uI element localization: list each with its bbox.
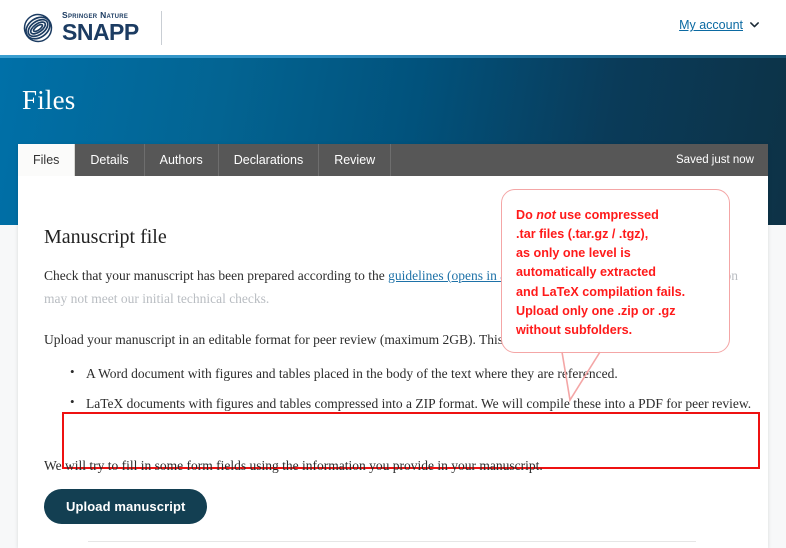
tab-authors[interactable]: Authors (145, 144, 219, 176)
list-item: A Word document with figures and tables … (70, 361, 760, 385)
top-header-bar: Springer Nature SNAPP My account (0, 0, 786, 55)
callout-line-1-emphasis: not (536, 208, 556, 222)
snapp-files-page: Springer Nature SNAPP My account Files F… (0, 0, 786, 548)
my-account-label[interactable]: My account (679, 18, 743, 32)
callout-line-6: Upload only one .zip or .gz (516, 303, 676, 318)
callout-line-1-suffix: use compressed (555, 208, 659, 222)
footer-divider (88, 541, 696, 542)
page-left-gutter (0, 225, 18, 548)
tab-details[interactable]: Details (75, 144, 145, 176)
callout-line-2: .tar files (.tar.gz / .tgz), (516, 227, 649, 242)
page-title: Files (22, 85, 76, 115)
callout-line-3: as only one level is (516, 246, 631, 261)
manuscript-file-heading: Manuscript file (44, 226, 167, 248)
accepted-formats-list: A Word document with figures and tables … (70, 361, 760, 419)
callout-line-5: and LaTeX compilation fails. (516, 284, 686, 299)
page-right-gutter (768, 225, 786, 548)
save-status-text: Saved just now (676, 154, 754, 166)
callout-line-4: automatically extracted (516, 265, 656, 280)
callout-line-7: without subfolders. (516, 322, 633, 337)
header-divider (160, 10, 162, 45)
tab-files[interactable]: Files (18, 144, 76, 176)
tab-declarations[interactable]: Declarations (219, 144, 320, 176)
bullet-latex-document: LaTeX documents with figures and tables … (86, 396, 752, 412)
list-item: LaTeX documents with figures and tables … (70, 391, 760, 415)
callout-line-1-prefix: Do (516, 208, 537, 222)
chevron-down-icon[interactable] (749, 19, 759, 28)
callout-line-1: Do not use compressed (516, 206, 715, 225)
tab-declarations-label: Declarations (233, 153, 304, 167)
annotation-callout-bubble: Do not use compressed .tar files (.tar.g… (501, 189, 730, 353)
guidelines-paragraph-prefix: Check that your manuscript has been prep… (44, 268, 389, 283)
springer-nature-logo-icon (22, 12, 54, 44)
tab-details-label: Details (90, 153, 129, 167)
my-account-menu[interactable]: My account (679, 18, 759, 32)
tab-review-label: Review (334, 153, 376, 167)
brand-logo[interactable]: Springer Nature SNAPP (22, 11, 139, 44)
tab-authors-label: Authors (159, 153, 203, 167)
tab-files-label: Files (33, 153, 60, 167)
tab-review[interactable]: Review (319, 144, 392, 176)
autofill-note-paragraph: We will try to fill in some form fields … (44, 458, 543, 473)
hero-top-accent (0, 55, 786, 58)
logo-product-name: SNAPP (62, 18, 139, 45)
upload-manuscript-button[interactable]: Upload manuscript (44, 489, 208, 524)
form-tab-bar: Files Details Authors Declarations Revie… (18, 144, 768, 176)
bullet-word-document: A Word document with figures and tables … (86, 366, 618, 381)
